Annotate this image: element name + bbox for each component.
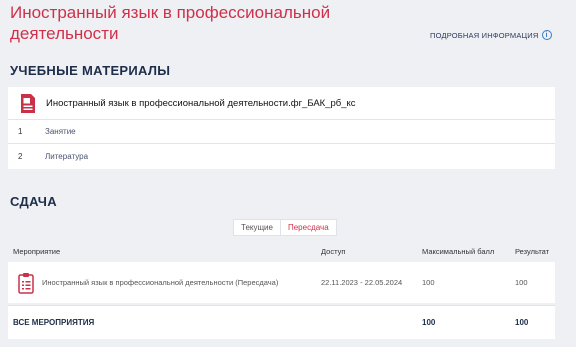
event-cell: Иностранный язык в профессиональной деят… [8, 272, 321, 294]
material-header[interactable]: Иностранный язык в профессиональной деят… [8, 87, 555, 120]
submission-tabs: Текущие Пересдача [233, 219, 337, 236]
material-item-literature[interactable]: 2 Литература [8, 144, 555, 168]
document-icon [21, 93, 35, 113]
more-info-link[interactable]: ПОДРОБНАЯ ИНФОРМАЦИЯ i [430, 30, 552, 40]
more-info-label: ПОДРОБНАЯ ИНФОРМАЦИЯ [430, 30, 539, 40]
item-label: Занятие [45, 127, 76, 136]
material-title: Иностранный язык в профессиональной деят… [46, 97, 356, 109]
item-number: 2 [18, 151, 23, 161]
info-icon: i [541, 30, 552, 40]
tab-current[interactable]: Текущие [234, 220, 280, 235]
result-score: 100 [515, 278, 528, 287]
clipboard-icon [18, 272, 34, 294]
total-label: ВСЕ МЕРОПРИЯТИЯ [13, 318, 95, 327]
table-row[interactable]: Иностранный язык в профессиональной деят… [8, 262, 555, 303]
column-result: Результат [515, 246, 550, 256]
materials-card: Иностранный язык в профессиональной деят… [8, 87, 555, 169]
material-item-lesson[interactable]: 1 Занятие [8, 120, 555, 144]
max-score: 100 [422, 278, 435, 287]
table-header: Мероприятие Доступ Максимальный балл Рез… [8, 240, 555, 262]
access-dates: 22.11.2023 - 22.05.2024 [321, 278, 403, 287]
page-title: Иностранный язык в профессиональной деят… [10, 3, 331, 43]
event-name[interactable]: Иностранный язык в профессиональной деят… [42, 278, 278, 287]
tab-retake[interactable]: Пересдача [279, 220, 336, 235]
column-max: Максимальный балл [422, 246, 495, 256]
submission-heading: СДАЧА [10, 194, 57, 209]
total-max: 100 [422, 318, 436, 327]
item-label: Литература [45, 151, 89, 161]
column-access: Доступ [321, 246, 346, 256]
submission-table: Мероприятие Доступ Максимальный балл Рез… [8, 240, 555, 339]
column-event: Мероприятие [13, 246, 61, 256]
total-row: ВСЕ МЕРОПРИЯТИЯ 100 100 [8, 305, 555, 339]
item-number: 1 [18, 127, 23, 136]
total-result: 100 [515, 318, 529, 327]
materials-heading: УЧЕБНЫЕ МАТЕРИАЛЫ [10, 63, 171, 78]
